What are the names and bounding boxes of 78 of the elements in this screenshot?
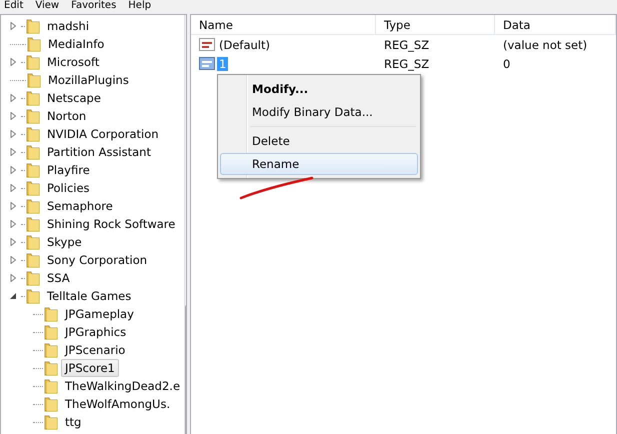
string-value-icon <box>199 56 215 70</box>
folder-icon <box>26 18 40 34</box>
tree-item[interactable]: JPGraphics <box>61 323 130 341</box>
tree-item[interactable]: madshi <box>43 17 94 35</box>
menu-item[interactable]: Edit <box>4 0 24 12</box>
context-menu-item[interactable]: Modify... <box>220 78 418 100</box>
expand-arrow-icon[interactable] <box>9 112 17 120</box>
folder-icon <box>27 36 41 52</box>
tree-item[interactable]: TheWalkingDead2.e <box>61 377 184 395</box>
tree-item[interactable]: JPScore1 <box>61 359 119 377</box>
folder-icon <box>26 108 40 124</box>
folder-icon <box>26 216 40 232</box>
tree-item[interactable]: Playfire <box>43 161 94 179</box>
tree-item[interactable]: Skype <box>43 233 86 251</box>
expand-arrow-icon[interactable] <box>9 58 17 66</box>
table-cell-text: REG_SZ <box>383 56 430 70</box>
menu-item[interactable]: Favorites <box>71 0 116 12</box>
table-cell-text: 0 <box>502 56 512 70</box>
tree-item[interactable]: Microsoft <box>43 53 104 71</box>
context-menu-item[interactable]: Delete <box>220 130 418 152</box>
folder-icon <box>44 360 58 376</box>
folder-icon <box>26 180 40 196</box>
folder-icon <box>44 378 58 394</box>
tree-item[interactable]: ttg <box>61 413 86 431</box>
folder-icon <box>44 414 58 430</box>
folder-icon <box>44 396 58 412</box>
folder-icon <box>26 144 40 160</box>
folder-icon <box>26 126 40 142</box>
string-value-icon <box>199 38 215 52</box>
folder-icon <box>44 324 58 340</box>
column-header[interactable]: Data <box>495 15 616 34</box>
tree-item[interactable]: Policies <box>43 179 94 197</box>
tree-item[interactable]: MediaInfo <box>44 35 108 53</box>
tree-item[interactable]: TheWolfAmongUs. <box>61 395 174 413</box>
collapse-arrow-icon[interactable] <box>9 292 17 300</box>
folder-icon <box>26 234 40 250</box>
menu-item[interactable]: View <box>35 0 60 12</box>
table-cell-text: REG_SZ <box>383 38 430 52</box>
tree-item[interactable]: NVIDIA Corporation <box>43 125 163 143</box>
folder-icon <box>26 162 40 178</box>
folder-icon <box>44 342 58 358</box>
folder-icon <box>26 288 40 304</box>
tree-item[interactable]: Norton <box>43 107 90 125</box>
expand-arrow-icon[interactable] <box>9 22 17 30</box>
folder-icon <box>26 54 40 70</box>
expand-arrow-icon[interactable] <box>9 130 17 138</box>
tree-item[interactable]: Netscape <box>43 89 105 107</box>
table-cell-text: (Default) <box>218 38 271 52</box>
column-header[interactable]: Name <box>191 15 376 34</box>
expand-arrow-icon[interactable] <box>9 220 17 228</box>
context-menu-item[interactable]: Modify Binary Data... <box>220 101 418 123</box>
expand-arrow-icon[interactable] <box>9 238 17 246</box>
expand-arrow-icon[interactable] <box>9 94 17 102</box>
folder-icon <box>26 198 40 214</box>
tree-item[interactable]: JPScenario <box>61 341 130 359</box>
folder-icon <box>27 72 41 88</box>
tree-item[interactable]: Shining Rock Software <box>43 215 180 233</box>
table-cell-text: (value not set) <box>502 38 588 52</box>
column-header[interactable]: Type <box>376 15 495 34</box>
tree-item[interactable]: SSA <box>43 269 74 287</box>
tree-item[interactable]: Partition Assistant <box>43 143 155 161</box>
expand-arrow-icon[interactable] <box>9 166 17 174</box>
tree-item[interactable]: Sony Corporation <box>43 251 152 269</box>
folder-icon <box>44 306 58 322</box>
tree-item[interactable]: JPGameplay <box>61 305 138 323</box>
expand-arrow-icon[interactable] <box>9 202 17 210</box>
context-menu-item[interactable]: Rename <box>220 153 418 175</box>
expand-arrow-icon[interactable] <box>9 184 17 192</box>
tree-item[interactable]: Telltale Games <box>43 287 136 305</box>
expand-arrow-icon[interactable] <box>9 274 17 282</box>
folder-icon <box>26 252 40 268</box>
expand-arrow-icon[interactable] <box>9 256 17 264</box>
menu-item[interactable]: Help <box>128 0 152 12</box>
expand-arrow-icon[interactable] <box>9 148 17 156</box>
tree-item[interactable]: Semaphore <box>43 197 117 215</box>
folder-icon <box>26 270 40 286</box>
tree-item[interactable]: MozillaPlugins <box>44 71 133 89</box>
folder-icon <box>26 90 40 106</box>
